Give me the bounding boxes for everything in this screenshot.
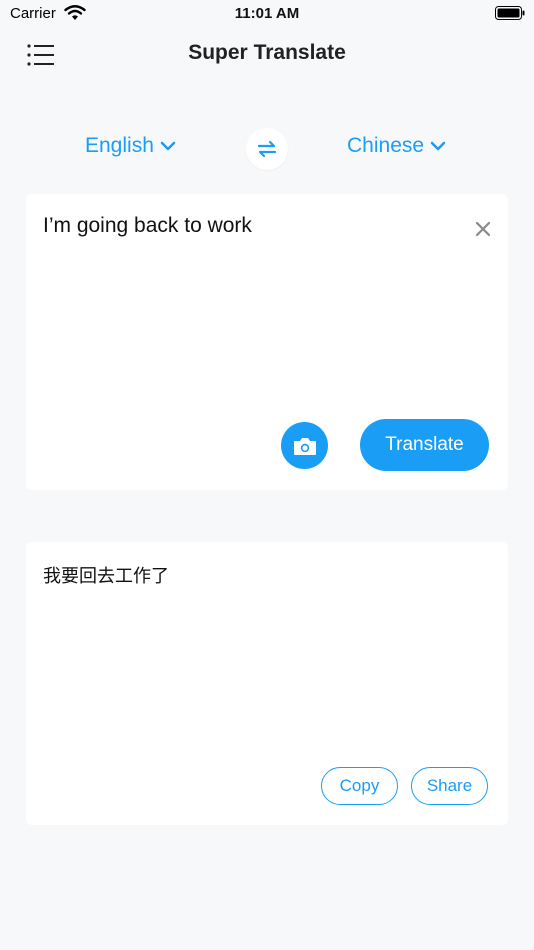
swap-arrows-icon	[257, 140, 277, 158]
target-language-label: Chinese	[347, 134, 425, 157]
share-button[interactable]: Share	[411, 767, 488, 805]
status-time: 11:01 AM	[234, 5, 300, 22]
translate-button[interactable]: Translate	[360, 419, 489, 471]
close-icon[interactable]	[474, 220, 492, 238]
camera-icon	[293, 437, 316, 455]
source-language-label: English	[85, 134, 154, 157]
copy-button[interactable]: Copy	[321, 767, 398, 805]
source-language-select[interactable]: English	[85, 134, 176, 158]
swap-languages-button[interactable]	[246, 128, 288, 170]
status-bar: Carrier 11:01 AM	[0, 0, 534, 30]
page-title: Super Translate	[188, 41, 346, 64]
target-language-select[interactable]: Chinese	[347, 134, 446, 158]
chevron-down-icon	[160, 141, 176, 151]
chevron-down-icon	[430, 141, 446, 151]
battery-icon	[495, 6, 525, 20]
camera-button[interactable]	[281, 422, 328, 469]
language-selector-row: English Chinese	[0, 128, 534, 170]
input-card: I’m going back to work Translate	[26, 194, 508, 490]
translated-text: 我要回去工作了	[43, 566, 169, 587]
nav-bar: Super Translate	[0, 30, 534, 80]
output-card: 我要回去工作了 Copy Share	[26, 542, 508, 825]
source-text-input[interactable]: I’m going back to work	[43, 214, 252, 238]
